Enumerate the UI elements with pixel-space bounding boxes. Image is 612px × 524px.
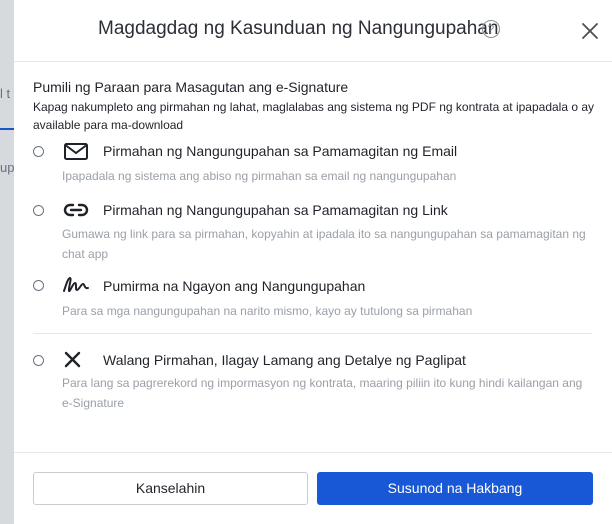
- add-lease-modal: Magdagdag ng Kasunduan ng Nangungupahan …: [14, 0, 612, 524]
- section-title: Pumili ng Paraan para Masagutan ang e-Si…: [33, 79, 349, 95]
- modal-header: Magdagdag ng Kasunduan ng Nangungupahan …: [14, 0, 612, 62]
- help-icon[interactable]: ?: [482, 20, 500, 38]
- modal-title: Magdagdag ng Kasunduan ng Nangungupahan: [98, 18, 499, 39]
- cancel-button[interactable]: Kanselahin: [33, 472, 308, 505]
- option-email-desc: Ipapadala ng sistema ang abiso ng pirmah…: [62, 169, 457, 183]
- option-sign-now-label: Pumirma na Ngayon ang Nangungupahan: [103, 278, 366, 294]
- background-text-fragment: up: [0, 160, 14, 175]
- option-sign-now-desc: Para sa mga nangungupahan na narito mism…: [62, 304, 473, 318]
- radio-link[interactable]: [33, 205, 44, 216]
- option-email-label: Pirmahan ng Nangungupahan sa Pamamagitan…: [103, 143, 458, 159]
- next-step-button[interactable]: Susunod na Hakbang: [317, 472, 593, 505]
- modal-footer: Kanselahin Susunod na Hakbang: [14, 452, 612, 524]
- radio-email[interactable]: [33, 146, 44, 157]
- x-mark-icon: [64, 351, 81, 368]
- close-icon[interactable]: [580, 21, 600, 41]
- background-tab-underline: [0, 128, 14, 130]
- option-no-signature-desc: Para lang sa pagrerekord ng impormasyon …: [62, 376, 583, 410]
- background-page: l t up: [0, 0, 14, 524]
- option-link-label: Pirmahan ng Nangungupahan sa Pamamagitan…: [103, 202, 448, 218]
- envelope-icon: [64, 143, 88, 160]
- option-link-desc: Gumawa ng link para sa pirmahan, kopyahi…: [62, 227, 586, 261]
- radio-no-signature[interactable]: [33, 355, 44, 366]
- radio-sign-now[interactable]: [33, 280, 44, 291]
- section-description: Kapag nakumpleto ang pirmahan ng lahat, …: [33, 100, 595, 132]
- link-icon: [63, 203, 89, 217]
- option-no-signature-label: Walang Pirmahan, Ilagay Lamang ang Detal…: [103, 352, 466, 368]
- options-divider: [33, 333, 592, 334]
- signature-icon: [63, 277, 89, 293]
- background-tab-fragment: l t: [0, 86, 11, 101]
